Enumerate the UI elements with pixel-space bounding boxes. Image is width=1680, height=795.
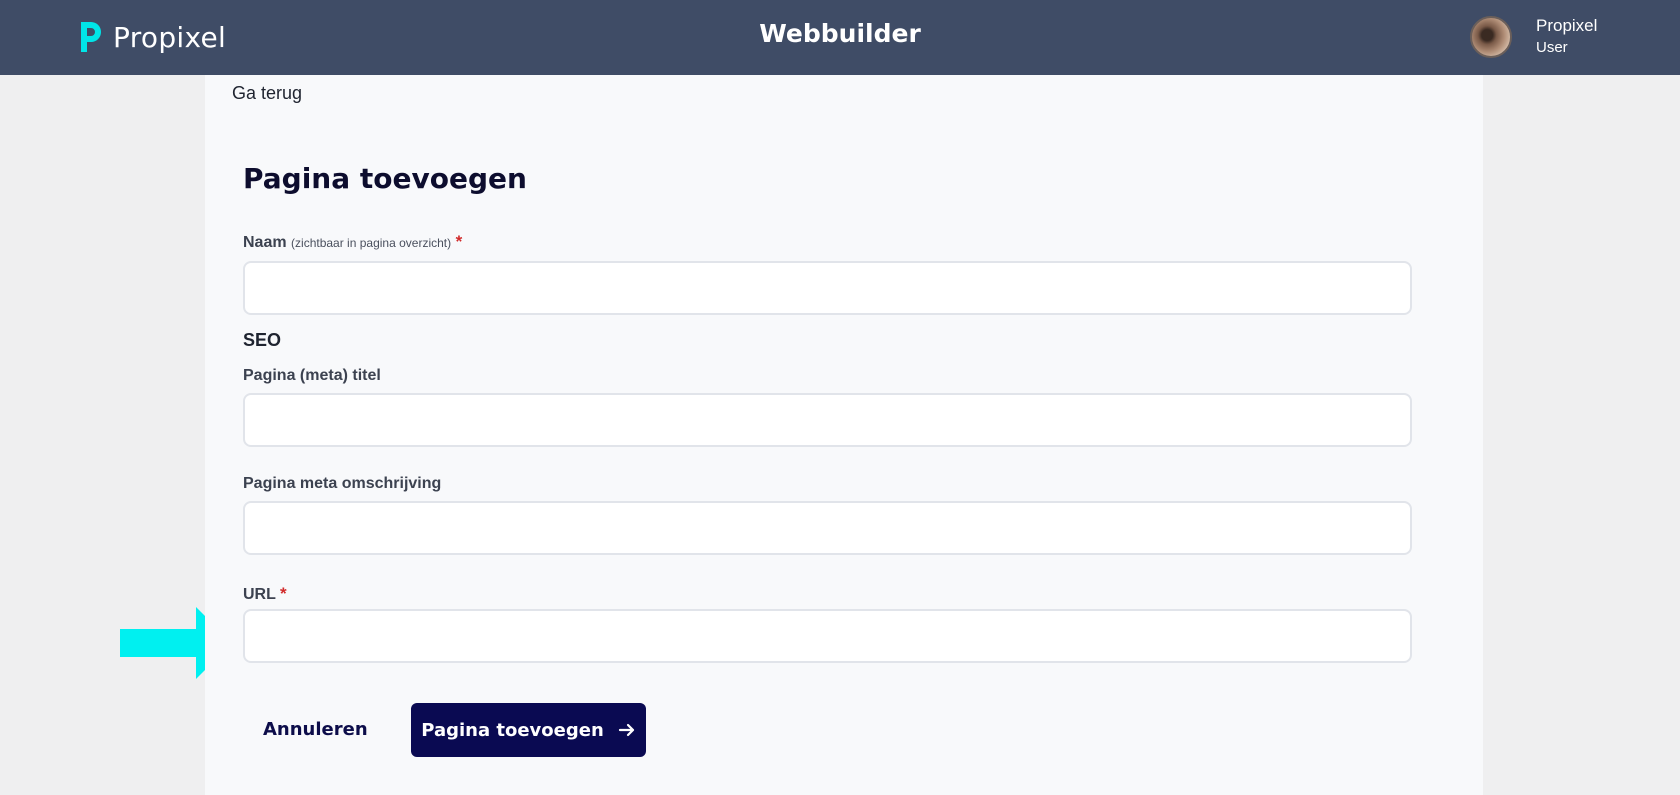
main-content: Ga terug Pagina toevoegen Naam (zichtbaa… [205,75,1483,795]
user-role: User [1536,38,1568,56]
name-label-text: Naam [243,234,287,251]
meta-title-input[interactable] [243,393,1412,447]
name-label-hint: (zichtbaar in pagina overzicht) [291,236,452,250]
top-navigation-bar: Propixel Webbuilder Propixel User [0,0,1680,75]
url-label-text: URL [243,586,276,603]
seo-heading: SEO [243,330,282,350]
meta-description-input[interactable] [243,501,1412,555]
url-label: URL * [243,584,287,604]
user-menu[interactable]: Propixel User [1470,15,1597,58]
page-title: Pagina toevoegen [243,162,527,195]
meta-description-label: Pagina meta omschrijving [243,475,442,492]
name-input[interactable] [243,261,1412,315]
avatar[interactable] [1470,15,1512,58]
required-marker: * [280,584,287,603]
name-label: Naam (zichtbaar in pagina overzicht) * [243,232,462,252]
add-page-button[interactable]: Pagina toevoegen [411,703,646,757]
required-marker: * [455,232,463,251]
add-page-button-label: Pagina toevoegen [421,719,604,741]
user-name: Propixel [1536,16,1598,35]
url-input[interactable] [243,609,1412,663]
meta-title-label: Pagina (meta) titel [243,367,381,384]
app-title: Webbuilder [759,19,921,48]
cancel-button[interactable]: Annuleren [263,719,368,740]
back-link[interactable]: Ga terug [232,83,302,104]
arrow-right-icon [618,723,634,737]
user-info: Propixel User [1536,15,1597,58]
